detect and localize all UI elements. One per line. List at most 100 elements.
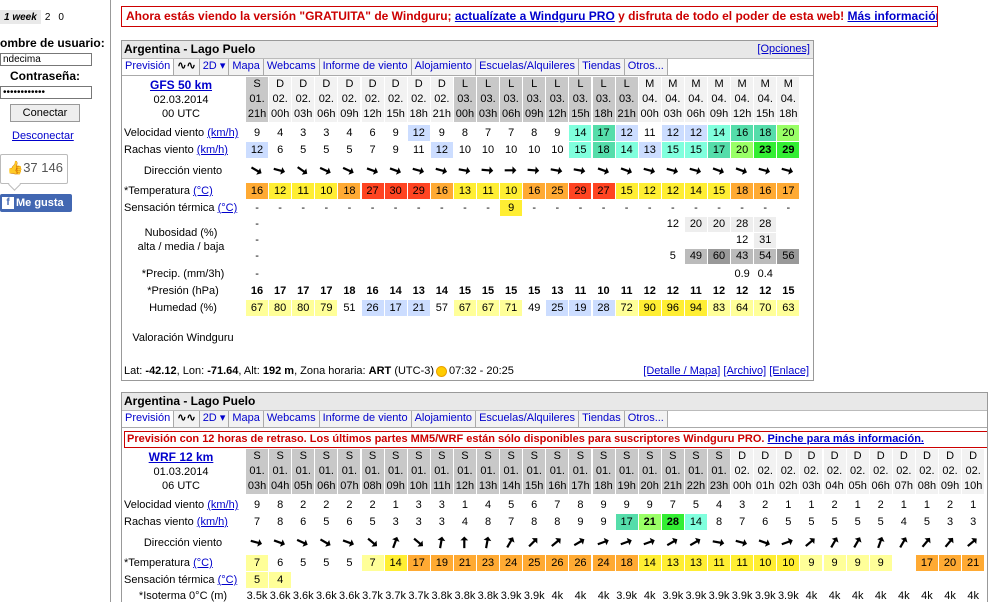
gfs-date: 03. <box>500 92 523 107</box>
wind-arrow-icon: ➞ <box>915 532 937 553</box>
wrf-iso-value: 3.6k <box>269 590 291 602</box>
gfs-feel-value: - <box>555 202 560 214</box>
gfs-cloud-high-value: 28 <box>731 217 754 232</box>
gfs-wind-label-unit-link[interactable]: (km/h) <box>207 127 238 139</box>
wrf-gust-label-unit-link[interactable]: (km/h) <box>197 516 228 528</box>
gfs-hour: 18h <box>592 107 615 122</box>
wrf-iso-value: 3.9k <box>708 590 730 602</box>
banner-text-2: y disfruta de todo el poder de esta web! <box>614 9 848 23</box>
wrf-day: S <box>338 449 361 464</box>
gfs-gust-value: 15 <box>684 142 707 158</box>
wrf-day: S <box>453 449 476 464</box>
wrf-date: 01. <box>384 464 407 479</box>
gfs-feel-label-unit-link[interactable]: (°C) <box>218 202 238 214</box>
wrf-feel-label-unit-link[interactable]: (°C) <box>218 574 238 586</box>
gfs-wind-value: 3 <box>323 127 330 139</box>
wrf-hour: 08h <box>915 479 938 494</box>
tab-map[interactable]: Mapa <box>229 411 264 427</box>
tab-lodging[interactable]: Alojamiento <box>411 59 477 75</box>
wind-arrow-icon: ➞ <box>315 531 336 554</box>
like-button[interactable]: f Me gusta <box>0 194 72 212</box>
wrf-date: 01. <box>477 464 500 479</box>
gfs-cloud-low-value: 5 <box>669 250 676 262</box>
gfs-cloud-low-value: 49 <box>684 249 707 264</box>
detail-map-link[interactable]: [Detalle / Mapa] <box>643 365 720 377</box>
wrf-temp-label-text: *Temperatura <box>124 557 191 569</box>
tab-shops[interactable]: Tiendas <box>579 411 625 427</box>
tab-wind-report[interactable]: Informe de viento <box>319 59 412 75</box>
gfs-temp-value: 16 <box>246 183 269 199</box>
tab-schools[interactable]: Escuelas/Alquileres <box>476 59 580 75</box>
tab-shops[interactable]: Tiendas <box>579 59 625 75</box>
tab-webcams[interactable]: Webcams <box>263 59 320 75</box>
wrf-hour: 09h <box>939 479 962 494</box>
gfs-temp-value: 16 <box>523 183 546 199</box>
gfs-rating-label: Valoración Windguru <box>122 317 244 359</box>
wrf-wind-value: 1 <box>923 499 930 511</box>
wrf-temp-value: 10 <box>777 555 800 571</box>
gfs-location-title: Argentina - Lago Puelo <box>124 42 256 56</box>
gfs-gust-label-unit-link[interactable]: (km/h) <box>197 144 228 156</box>
gfs-hour: 18h <box>407 107 430 122</box>
wrf-iso-value: 4k <box>898 590 910 602</box>
wrf-wind-value: 1 <box>785 499 792 511</box>
tab-others[interactable]: Otros... <box>624 411 668 427</box>
delay-info-link[interactable]: Pinche para más información. <box>767 433 924 445</box>
gfs-temp-label-unit-link[interactable]: (°C) <box>193 185 213 197</box>
username-input[interactable] <box>0 53 92 66</box>
permalink-link[interactable]: [Enlace] <box>769 365 809 377</box>
tab-forecast[interactable]: Previsión <box>122 411 175 427</box>
wrf-wind-value: 9 <box>646 499 653 511</box>
wrf-wind-label-unit-link[interactable]: (km/h) <box>207 499 238 511</box>
wrf-temp-value: 24 <box>592 555 615 571</box>
wrf-temp-label-unit-link[interactable]: (°C) <box>193 557 213 569</box>
tab-webcams[interactable]: Webcams <box>263 411 320 427</box>
wrf-iso-value: 3.9k <box>754 590 776 602</box>
password-input[interactable] <box>0 86 92 99</box>
tab-map[interactable]: Mapa <box>229 59 264 75</box>
wrf-iso-value: 4k <box>921 590 933 602</box>
wind-arrow-icon: ➞ <box>640 532 658 553</box>
tab-others[interactable]: Otros... <box>624 59 668 75</box>
tab-lodging[interactable]: Alojamiento <box>411 411 477 427</box>
gfs-gust-value: 20 <box>731 142 754 158</box>
options-link[interactable]: [Opciones] <box>757 41 810 58</box>
gfs-temp-value: 10 <box>315 183 338 199</box>
wrf-iso-value: 4k <box>944 590 956 602</box>
wrf-dir-label: Dirección viento <box>122 533 244 553</box>
password-label: Contraseña: <box>10 69 81 83</box>
more-info-link[interactable]: Más información... <box>848 9 937 23</box>
wrf-iso-value: 3.6k <box>315 590 337 602</box>
wrf-date: 01. <box>546 464 569 479</box>
wrf-hour: 02h <box>777 479 800 494</box>
disconnect-link[interactable]: Desconectar <box>12 130 74 142</box>
wrf-hour: 01h <box>754 479 777 494</box>
tab-schools[interactable]: Escuelas/Alquileres <box>476 411 580 427</box>
wrf-model-link[interactable]: WRF 12 km <box>122 450 240 464</box>
gfs-feel-value: - <box>440 202 444 214</box>
wrf-hour: 21h <box>661 479 684 494</box>
tab-graph-icon[interactable]: ∿∿ <box>174 411 200 427</box>
connect-button[interactable]: Conectar <box>10 104 80 122</box>
tab-forecast[interactable]: Previsión <box>122 59 175 75</box>
gfs-hum-value: 83 <box>708 300 731 316</box>
gfs-cloud-low-value: 60 <box>708 249 731 264</box>
gfs-wind-value: 8 <box>531 127 538 139</box>
tab-2d[interactable]: 2D ▾ <box>199 411 230 427</box>
upgrade-pro-link[interactable]: actualízate a Windguru PRO <box>455 9 615 23</box>
gfs-wind-value: 16 <box>731 125 754 141</box>
tab-2d[interactable]: 2D ▾ <box>199 59 230 75</box>
gfs-gust-value: 9 <box>392 144 399 156</box>
gfs-gust-value: 5 <box>300 144 307 156</box>
wrf-feel-label: Sensación térmica (°C) <box>122 572 246 588</box>
gfs-hour: 21h <box>430 107 453 122</box>
gfs-feel-value: - <box>486 202 490 214</box>
tab-graph-icon[interactable]: ∿∿ <box>174 59 200 75</box>
tab-wind-report[interactable]: Informe de viento <box>319 411 412 427</box>
gfs-model-link[interactable]: GFS 50 km <box>122 78 240 92</box>
gfs-feel-value: - <box>301 202 306 214</box>
gfs-day: L <box>453 77 476 92</box>
archive-link[interactable]: [Archivo] <box>723 365 766 377</box>
wrf-date: 01. <box>407 464 430 479</box>
gfs-hum-value: 63 <box>777 300 800 316</box>
